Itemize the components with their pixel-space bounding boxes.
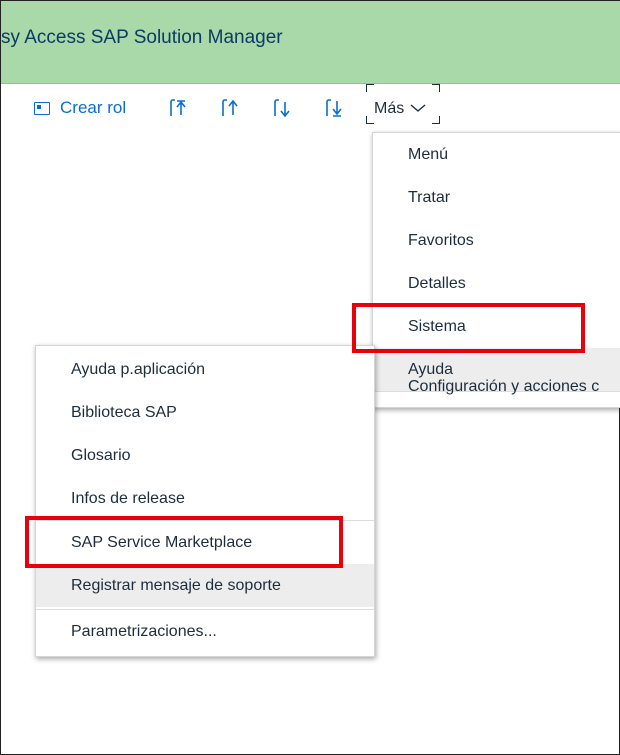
submenu-item-release-info[interactable]: Infos de release: [36, 477, 374, 520]
move-to-top-icon: [167, 97, 189, 119]
submenu-item-support-message[interactable]: Registrar mensaje de soporte: [36, 564, 374, 607]
chevron-down-icon: [408, 98, 428, 118]
submenu-item-glossary[interactable]: Glosario: [36, 434, 374, 477]
submenu-item-settings[interactable]: Parametrizaciones...: [36, 610, 374, 653]
move-down-button[interactable]: [271, 92, 293, 124]
window-title: sy Access SAP Solution Manager: [1, 27, 283, 48]
more-button[interactable]: Más: [366, 84, 440, 124]
menu-item-edit[interactable]: Tratar: [373, 176, 620, 219]
create-role-button[interactable]: Crear rol: [34, 92, 126, 124]
help-submenu: Ayuda p.aplicación Biblioteca SAP Glosar…: [35, 345, 375, 657]
move-down-icon: [271, 97, 293, 119]
more-label: Más: [374, 100, 405, 117]
move-to-top-button[interactable]: [167, 92, 189, 124]
more-menu: Menú Tratar Favoritos Detalles Sistema A…: [372, 132, 620, 408]
highlight-box-system: [352, 303, 585, 353]
menu-item-favorites[interactable]: Favoritos: [373, 219, 620, 262]
menu-item-settings-actions[interactable]: Configuración y acciones c: [373, 367, 620, 407]
submenu-item-app-help[interactable]: Ayuda p.aplicación: [36, 348, 374, 391]
move-up-button[interactable]: [219, 92, 241, 124]
create-role-label: Crear rol: [60, 98, 127, 117]
title-bar: sy Access SAP Solution Manager: [1, 1, 620, 84]
toolbar: Crear rol: [1, 84, 620, 132]
menu-item-details[interactable]: Detalles: [373, 262, 620, 305]
id-card-icon: [34, 101, 50, 115]
submenu-item-sap-library[interactable]: Biblioteca SAP: [36, 391, 374, 434]
highlight-box-marketplace: [25, 516, 343, 568]
menu-item-menu[interactable]: Menú: [373, 133, 620, 176]
move-up-icon: [219, 97, 241, 119]
move-to-bottom-icon: [323, 97, 345, 119]
move-to-bottom-button[interactable]: [323, 92, 345, 124]
